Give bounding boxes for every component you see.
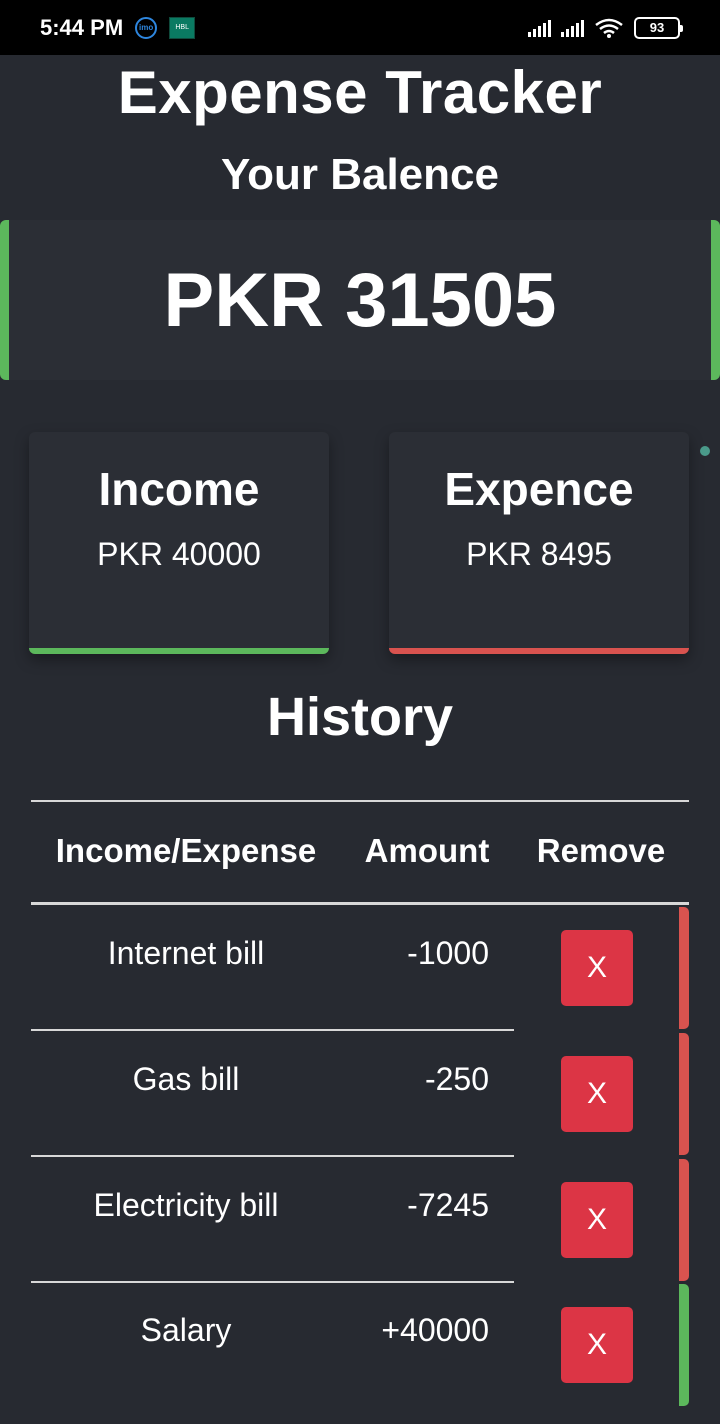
transaction-name: Gas bill — [132, 1061, 240, 1097]
income-amount: PKR 40000 — [97, 536, 261, 572]
status-time: 5:44 PM — [40, 14, 124, 40]
imo-icon: imo — [135, 16, 158, 39]
table-row: Internet bill -1000 X — [31, 905, 689, 1031]
status-right: 93 — [528, 16, 683, 39]
balance-amount: PKR 31505 — [163, 257, 557, 343]
hbl-icon: HBL — [169, 16, 196, 39]
expense-indicator — [679, 907, 689, 1029]
signal-icon — [528, 19, 551, 37]
income-indicator — [679, 1284, 689, 1406]
notification-icons: imo HBL — [135, 16, 196, 39]
app-title: Expense Tracker — [117, 59, 603, 126]
balance-label: Your Balence — [221, 150, 499, 199]
transaction-amount: -7245 — [407, 1187, 489, 1223]
column-header-amount: Amount — [364, 832, 490, 869]
transaction-amount: -250 — [424, 1061, 489, 1097]
remove-button[interactable]: X — [561, 930, 633, 1006]
transaction-name: Internet bill — [107, 935, 265, 971]
remove-button[interactable]: X — [561, 1182, 633, 1258]
expense-label: Expence — [444, 463, 634, 515]
remove-button[interactable]: X — [561, 1056, 633, 1132]
column-header-income-expense: Income/Expense — [55, 832, 317, 869]
table-row: Electricity bill -7245 X — [31, 1157, 689, 1283]
transaction-name: Electricity bill — [93, 1187, 279, 1223]
balance-card: PKR 31505 — [0, 220, 720, 380]
expense-indicator — [679, 1159, 689, 1281]
expense-indicator — [679, 1033, 689, 1155]
income-label: Income — [98, 463, 260, 515]
income-card: Income PKR 40000 — [29, 432, 329, 654]
scroll-indicator — [700, 446, 710, 456]
table-row: Gas bill -250 X — [31, 1031, 689, 1157]
wifi-icon — [595, 18, 623, 38]
column-header-remove: Remove — [536, 832, 666, 869]
remove-button[interactable]: X — [561, 1307, 633, 1383]
expense-amount: PKR 8495 — [466, 536, 612, 572]
expense-card: Expence PKR 8495 — [389, 432, 689, 654]
transaction-amount: +40000 — [381, 1312, 489, 1348]
history-title: History — [266, 687, 454, 747]
table-row: Salary +40000 X — [31, 1282, 689, 1408]
table-divider — [31, 800, 689, 802]
transaction-name: Salary — [140, 1312, 232, 1348]
battery-icon: 93 — [634, 16, 683, 39]
transaction-amount: -1000 — [407, 935, 489, 971]
signal-icon — [561, 19, 584, 37]
status-bar: 5:44 PM imo HBL 93 — [0, 0, 720, 55]
